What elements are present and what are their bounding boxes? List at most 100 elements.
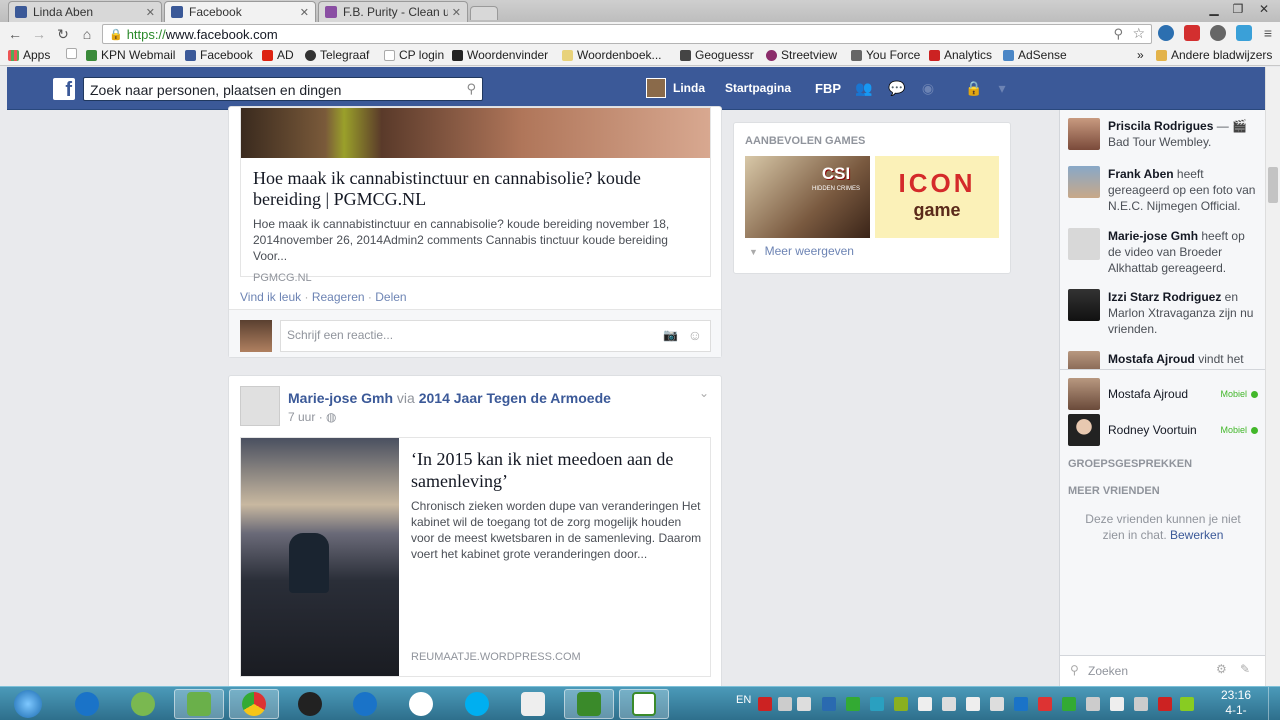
notifications-globe-icon[interactable]: ◉: [919, 80, 937, 96]
bookmark-apps[interactable]: Apps: [8, 48, 50, 62]
close-icon[interactable]: ✕: [452, 6, 461, 19]
game-icon-thumbnail[interactable]: ICON game: [875, 156, 999, 238]
start-button[interactable]: [4, 689, 52, 719]
link-title[interactable]: Hoe maak ik cannabistinctuur en cannabis…: [253, 168, 698, 210]
avatar[interactable]: [646, 78, 666, 98]
taskbar-app-calendar[interactable]: [508, 689, 558, 719]
close-icon[interactable]: ✕: [300, 6, 309, 19]
chevron-down-icon[interactable]: ⌄: [699, 386, 709, 400]
notification-extension-icon[interactable]: [1184, 25, 1200, 41]
home-icon[interactable]: ⌂: [78, 25, 96, 43]
network-icon[interactable]: [990, 697, 1004, 711]
extension-icon[interactable]: [1158, 25, 1174, 41]
battery-icon[interactable]: [966, 697, 980, 711]
bookmark-other[interactable]: Andere bladwijzers: [1156, 48, 1272, 62]
post-time[interactable]: 7 uur: [288, 410, 315, 424]
gear-icon[interactable]: ⚙: [1216, 662, 1227, 676]
extension-icon[interactable]: [1210, 25, 1226, 41]
tray-icon[interactable]: [797, 697, 811, 711]
game-csi-thumbnail[interactable]: CSI HIDDEN CRIMES: [745, 156, 870, 238]
facebook-logo-icon[interactable]: f: [53, 78, 75, 100]
tray-icon[interactable]: [1158, 697, 1172, 711]
tray-icon[interactable]: [1038, 697, 1052, 711]
tray-icon[interactable]: [778, 697, 792, 711]
bookmarks-overflow[interactable]: »: [1137, 48, 1144, 62]
camera-icon[interactable]: 📷: [663, 328, 678, 342]
tray-icon[interactable]: [894, 697, 908, 711]
bookmark-adsense[interactable]: AdSense: [1003, 48, 1067, 62]
avatar[interactable]: [240, 386, 280, 426]
friend-requests-icon[interactable]: 👥: [855, 80, 873, 96]
privacy-lock-icon[interactable]: 🔒: [965, 80, 983, 96]
chat-search-input[interactable]: Zoeken: [1088, 664, 1128, 678]
bookmark-kpn[interactable]: KPN Webmail: [86, 48, 175, 62]
comment-input[interactable]: Schrijf een reactie... 📷 ☺: [280, 320, 711, 352]
bookmark-facebook[interactable]: Facebook: [185, 48, 253, 62]
search-icon[interactable]: ⚲: [466, 81, 476, 97]
forward-icon[interactable]: →: [30, 25, 48, 43]
tab-facebook[interactable]: Facebook ✕: [164, 1, 316, 22]
scrollbar-thumb[interactable]: [1268, 167, 1278, 203]
volume-icon[interactable]: [1110, 697, 1124, 711]
menu-icon[interactable]: ≡: [1260, 25, 1276, 41]
tray-icon[interactable]: [1062, 697, 1076, 711]
star-icon[interactable]: ☆: [1132, 25, 1145, 42]
close-icon[interactable]: ✕: [146, 6, 155, 19]
taskbar-app-ccleaner[interactable]: [62, 689, 112, 719]
link-preview[interactable]: ‘In 2015 kan ik niet meedoen aan de same…: [240, 437, 711, 677]
edit-link[interactable]: Bewerken: [1170, 528, 1223, 542]
back-icon[interactable]: ←: [6, 25, 24, 43]
taskbar-app-media[interactable]: [285, 689, 335, 719]
bookmark-cp-login[interactable]: CP login: [384, 48, 444, 62]
tray-icon[interactable]: [822, 697, 836, 711]
ticker-item[interactable]: Priscila Rodrigues — 🎬 Bad Tour Wembley.: [1068, 118, 1258, 150]
taskbar-app-ccleaner-2[interactable]: [340, 689, 390, 719]
chevron-down-icon[interactable]: ▾: [993, 80, 1011, 96]
fbp-link[interactable]: FBP: [815, 81, 841, 96]
taskbar-app-skype[interactable]: [452, 689, 502, 719]
zoom-icon[interactable]: ⚲: [1113, 26, 1123, 42]
language-indicator[interactable]: EN: [736, 694, 751, 706]
address-bar[interactable]: 🔒 https://www.facebook.com ⚲ ☆: [102, 24, 1152, 44]
ticker-item[interactable]: Marie-jose Gmh heeft op de video van Bro…: [1068, 228, 1258, 276]
bookmark-geoguessr[interactable]: Geoguessr: [680, 48, 754, 62]
taskbar-app-camtasia[interactable]: [564, 689, 614, 719]
reload-icon[interactable]: ↻: [54, 25, 72, 43]
bookmark-you-force[interactable]: You Force: [851, 48, 920, 62]
restore-icon[interactable]: ❐: [1226, 0, 1250, 18]
twitter-icon[interactable]: [1236, 25, 1252, 41]
taskbar-app-camtasia-recorder[interactable]: [619, 689, 669, 719]
ticker-item[interactable]: Frank Aben heeft gereageerd op een foto …: [1068, 166, 1258, 214]
chat-contact[interactable]: Rodney Voortuin Mobiel: [1068, 414, 1258, 446]
messages-icon[interactable]: 💬: [888, 80, 906, 96]
profile-link[interactable]: Linda: [673, 81, 705, 95]
tray-icon[interactable]: [1086, 697, 1100, 711]
tray-icon[interactable]: [918, 697, 932, 711]
chat-search-bar[interactable]: ⚲ Zoeken ⚙ ✎: [1060, 655, 1265, 686]
minimize-icon[interactable]: ▁: [1202, 0, 1226, 18]
tray-icon[interactable]: [942, 697, 956, 711]
share-link[interactable]: Delen: [375, 290, 406, 304]
ticker-item[interactable]: Mostafa Ajroud vindt het: [1068, 351, 1258, 369]
clock[interactable]: 23:16 4-1-2015: [1212, 688, 1260, 720]
bookmark-woordenvinder[interactable]: Woordenvinder: [452, 48, 548, 62]
bookmark-ad[interactable]: AD: [262, 48, 294, 62]
taskbar-app-logo[interactable]: [118, 689, 168, 719]
bookmark-woordenboek[interactable]: Woordenboek...: [562, 48, 662, 62]
page-scrollbar[interactable]: [1265, 67, 1280, 686]
bookmark-blank[interactable]: [66, 48, 81, 59]
page-link[interactable]: 2014 Jaar Tegen de Armoede: [419, 390, 611, 406]
tray-icon[interactable]: [846, 697, 860, 711]
tab-linda-aben[interactable]: Linda Aben ✕: [8, 1, 162, 22]
more-games-link[interactable]: ▼ Meer weergeven: [749, 244, 854, 258]
comment-link[interactable]: Reageren: [312, 290, 365, 304]
bookmark-streetview[interactable]: Streetview: [766, 48, 837, 62]
like-link[interactable]: Vind ik leuk: [240, 290, 301, 304]
tray-icon[interactable]: [1134, 697, 1148, 711]
emoji-icon[interactable]: ☺: [688, 327, 702, 343]
taskbar-app-files[interactable]: [174, 689, 224, 719]
tray-icon[interactable]: [758, 697, 772, 711]
ticker-item[interactable]: Izzi Starz Rodriguez en Marlon Xtravagan…: [1068, 289, 1258, 337]
chat-contact[interactable]: Mostafa Ajroud Mobiel: [1068, 378, 1258, 410]
bookmark-analytics[interactable]: Analytics: [929, 48, 992, 62]
